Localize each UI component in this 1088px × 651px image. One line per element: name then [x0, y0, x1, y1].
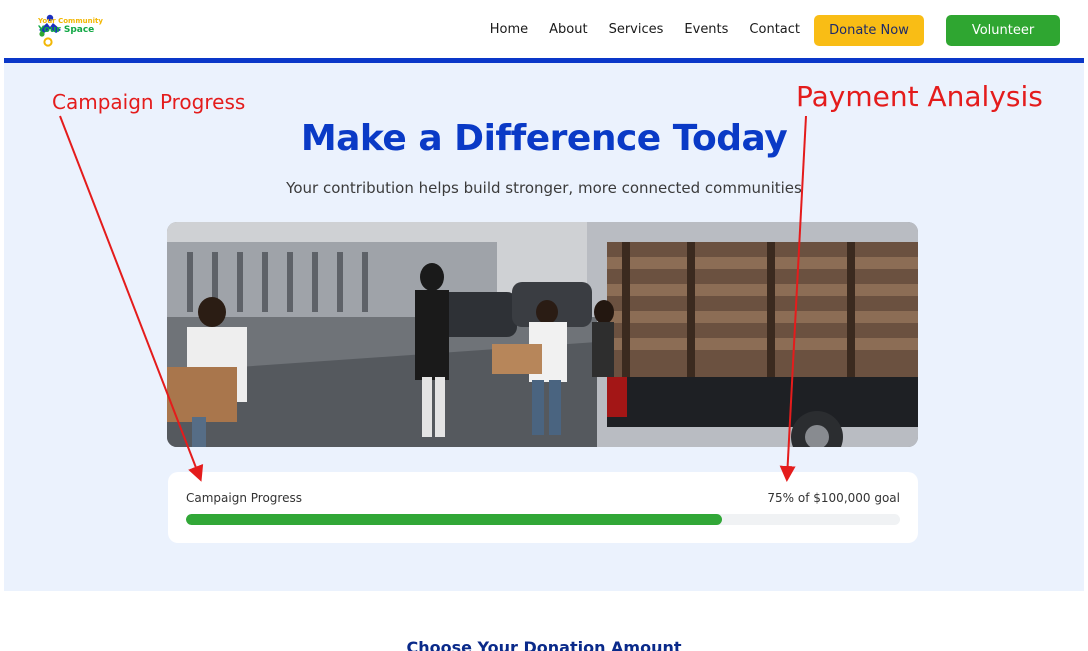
annotation-label-payment-analysis: Payment Analysis: [796, 80, 1043, 113]
volunteers-photo: [167, 222, 918, 447]
progress-bar-track: [186, 514, 900, 525]
nav-link-about[interactable]: About: [549, 22, 587, 37]
hero-section: Make a Difference Today Your contributio…: [4, 63, 1084, 591]
annotation-label-campaign-progress: Campaign Progress: [52, 90, 246, 114]
nav-link-events[interactable]: Events: [684, 22, 728, 37]
donate-now-button[interactable]: Donate Now: [814, 15, 924, 46]
progress-label: Campaign Progress: [186, 491, 302, 505]
hero-title: Make a Difference Today: [300, 118, 788, 159]
hero-subtitle: Your contribution helps build stronger, …: [286, 179, 802, 197]
nav-link-contact[interactable]: Contact: [749, 22, 800, 37]
progress-goal-text: 75% of $100,000 goal: [767, 491, 900, 505]
progress-bar-fill: [186, 514, 722, 525]
campaign-progress-card: Campaign Progress 75% of $100,000 goal: [168, 472, 918, 543]
logo-line-2: Your Space: [38, 25, 95, 35]
nav-link-services[interactable]: Services: [609, 22, 664, 37]
main-nav: Home About Services Events Contact: [490, 22, 800, 37]
site-header: Your Community Your Space Home About Ser…: [4, 4, 1084, 63]
donation-amount-heading: Choose Your Donation Amount: [406, 638, 682, 651]
logo-wordmark[interactable]: Your Community Your Space: [38, 17, 103, 35]
volunteer-button[interactable]: Volunteer: [946, 15, 1060, 46]
nav-link-home[interactable]: Home: [490, 22, 528, 37]
